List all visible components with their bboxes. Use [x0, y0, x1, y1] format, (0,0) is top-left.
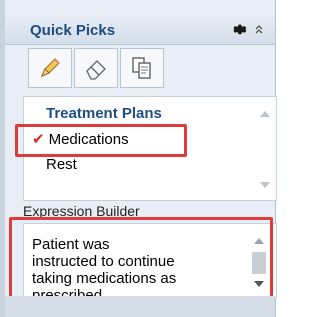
list-item[interactable]: Rest: [46, 156, 77, 173]
quick-picks-panel: Quick Picks Treatment Plans ✔ Medication…: [5, 0, 277, 317]
expression-textarea[interactable]: Patient was instructed to continue takin…: [23, 223, 277, 298]
scrollbar-thumb[interactable]: [252, 252, 266, 274]
toolbar: [28, 48, 168, 88]
panel-header: Quick Picks: [5, 16, 275, 45]
scroll-down-icon[interactable]: [254, 281, 264, 287]
scroll-up-icon[interactable]: [260, 111, 270, 117]
expression-builder-label: Expression Builder: [23, 203, 140, 219]
panel-title: Quick Picks: [30, 22, 116, 39]
list-item-label: Medications: [48, 131, 129, 148]
scroll-up-icon[interactable]: [254, 238, 264, 244]
pencil-icon: [41, 58, 60, 77]
list-item-selected[interactable]: ✔ Medications: [32, 130, 129, 148]
copy-icon: [132, 57, 151, 79]
pencil-button[interactable]: [28, 48, 72, 88]
list-item[interactable]: Treatment Plans: [46, 105, 162, 122]
quick-picks-list: Treatment Plans ✔ Medications Rest: [23, 96, 277, 201]
expression-text: Patient was instructed to continue takin…: [32, 236, 177, 298]
eraser-icon: [86, 60, 106, 80]
scroll-down-icon[interactable]: [260, 182, 270, 188]
check-icon: ✔: [32, 131, 45, 148]
copy-button[interactable]: [120, 48, 164, 88]
panel-footer: [5, 296, 275, 317]
collapse-icon[interactable]: [254, 23, 264, 37]
eraser-button[interactable]: [74, 48, 118, 88]
gear-icon[interactable]: [231, 21, 248, 38]
